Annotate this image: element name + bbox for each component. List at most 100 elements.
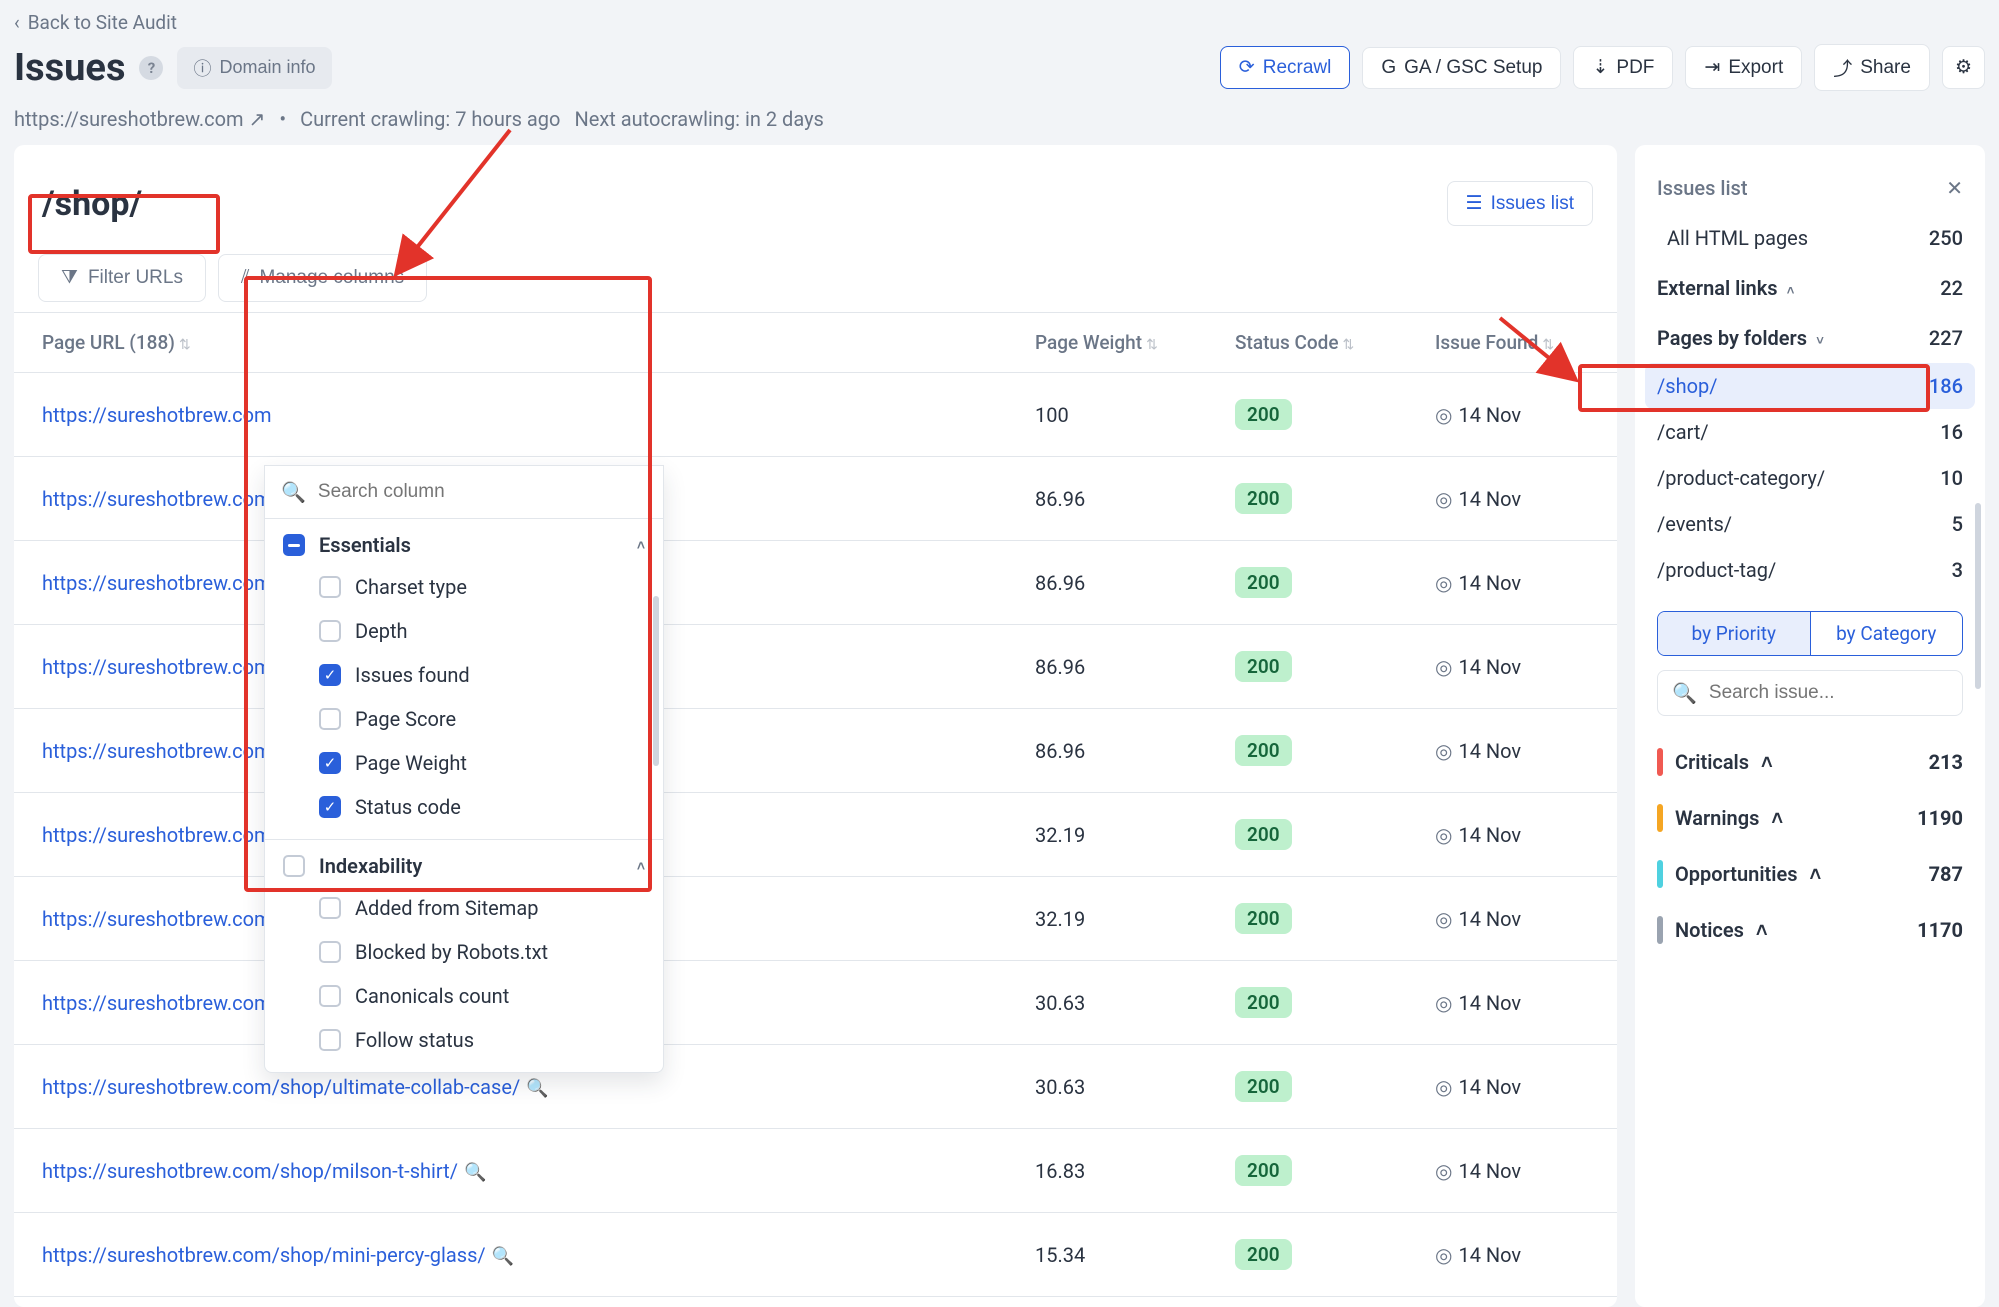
settings-button[interactable]: ⚙ xyxy=(1942,46,1985,89)
magnify-icon[interactable]: 🔍 xyxy=(458,1162,486,1183)
columns-search-input[interactable] xyxy=(316,480,647,504)
column-option[interactable]: Depth xyxy=(283,609,645,653)
column-option[interactable]: Canonicals count xyxy=(283,974,645,1018)
column-option[interactable]: ✓ Issues found xyxy=(283,653,645,697)
status-chip: 200 xyxy=(1235,483,1292,514)
col-header-weight[interactable]: Page Weight⇅ xyxy=(1017,313,1217,373)
next-crawl: Next autocrawling: in 2 days xyxy=(574,107,823,131)
folder-row[interactable]: /events/5 xyxy=(1645,501,1975,547)
checkbox-icon[interactable] xyxy=(283,855,305,877)
filter-icon: ⧩ xyxy=(61,267,78,289)
checkbox-icon[interactable] xyxy=(319,576,341,598)
page-url-link[interactable]: https://sureshotbrew.com xyxy=(42,655,272,679)
column-option[interactable]: ✓ Status code xyxy=(283,785,645,829)
refresh-icon: ⟳ xyxy=(1239,56,1255,79)
pages-table: Page URL (188)⇅ Page Weight⇅ Status Code… xyxy=(14,312,1617,1297)
page-url-link[interactable]: https://sureshotbrew.com/shop/mini-percy… xyxy=(42,1243,486,1267)
page-url-link[interactable]: https://sureshotbrew.com xyxy=(42,487,272,511)
col-header-status[interactable]: Status Code⇅ xyxy=(1217,313,1417,373)
chevron-up-icon: ˄ xyxy=(1810,862,1822,887)
checkbox-icon[interactable] xyxy=(283,534,305,556)
folder-title: /shop/ xyxy=(42,184,142,224)
column-option[interactable]: Added from Sitemap xyxy=(283,886,645,930)
freshness-icon: ◎ xyxy=(1435,739,1458,763)
issue-found-date: 14 Nov xyxy=(1458,1243,1521,1267)
freshness-icon: ◎ xyxy=(1435,655,1458,679)
checkbox-icon[interactable]: ✓ xyxy=(319,664,341,686)
column-option[interactable]: Blocked by Robots.txt xyxy=(283,930,645,974)
external-links-row[interactable]: External links ˄ 22 xyxy=(1657,263,1963,313)
column-option[interactable]: Page Score xyxy=(283,697,645,741)
page-url-link[interactable]: https://sureshotbrew.com/shop/ultimate-c… xyxy=(42,1075,520,1099)
page-weight-cell: 86.96 xyxy=(1017,709,1217,793)
col-header-url[interactable]: Page URL (188)⇅ xyxy=(14,313,1017,373)
column-option[interactable]: ✓ Page Weight xyxy=(283,741,645,785)
manage-columns-button[interactable]: ⫽ Manage columns xyxy=(218,254,427,302)
pages-by-folders-row[interactable]: Pages by folders ˅ 227 xyxy=(1657,313,1963,363)
google-icon: G xyxy=(1381,57,1396,79)
page-weight-cell: 32.19 xyxy=(1017,793,1217,877)
checkbox-icon[interactable] xyxy=(319,941,341,963)
columns-search[interactable]: 🔍 xyxy=(265,466,663,519)
side-scrollbar[interactable] xyxy=(1975,503,1981,689)
domain-info-button[interactable]: ⓘ Domain info xyxy=(177,47,331,89)
folder-row[interactable]: /cart/16 xyxy=(1645,409,1975,455)
page-url-link[interactable]: https://sureshotbrew.com xyxy=(42,739,272,763)
page-url-link[interactable]: https://sureshotbrew.com xyxy=(42,571,272,595)
by-priority-tab[interactable]: by Priority xyxy=(1658,612,1811,655)
page-url-link[interactable]: https://sureshotbrew.com/shop/milson-t-s… xyxy=(42,1159,458,1183)
checkbox-icon[interactable] xyxy=(319,1029,341,1051)
table-row: https://sureshotbrew.com/shop/land-of-ar… xyxy=(14,877,1617,961)
severity-row-opp[interactable]: Opportunities ˄ 787 xyxy=(1657,846,1963,902)
checkbox-icon[interactable] xyxy=(319,708,341,730)
site-url[interactable]: https://sureshotbrew.com ↗ xyxy=(14,107,265,131)
filter-urls-button[interactable]: ⧩ Filter URLs xyxy=(38,254,206,302)
severity-bar-icon xyxy=(1657,916,1663,944)
folder-row[interactable]: /product-category/10 xyxy=(1645,455,1975,501)
page-url-link[interactable]: https://sureshotbrew.com xyxy=(42,403,272,427)
table-row: https://sureshotbrew.com 86.96 200 ◎14 N… xyxy=(14,541,1617,625)
table-row: https://sureshotbrew.com/shop/milson-t-s… xyxy=(14,1129,1617,1213)
magnify-icon[interactable]: 🔍 xyxy=(486,1246,514,1267)
column-option[interactable]: Follow status xyxy=(283,1018,645,1062)
search-issue-input[interactable]: 🔍 xyxy=(1657,670,1963,716)
dropdown-scrollbar[interactable] xyxy=(653,596,659,766)
status-chip: 200 xyxy=(1235,987,1292,1018)
back-link[interactable]: ‹ Back to Site Audit xyxy=(14,11,177,34)
page-weight-cell: 86.96 xyxy=(1017,457,1217,541)
severity-row-crit[interactable]: Criticals ˄ 213 xyxy=(1657,734,1963,790)
checkbox-icon[interactable]: ✓ xyxy=(319,752,341,774)
recrawl-button[interactable]: ⟳ Recrawl xyxy=(1220,46,1351,89)
table-row: https://sureshotbrew.com 86.96 200 ◎14 N… xyxy=(14,625,1617,709)
column-group-indexability[interactable]: Indexability ˄ xyxy=(283,854,645,878)
info-icon: ⓘ xyxy=(193,55,211,81)
issues-list-button[interactable]: ☰ Issues list xyxy=(1447,181,1593,226)
checkbox-icon[interactable] xyxy=(319,985,341,1007)
column-group-essentials[interactable]: Essentials ˄ xyxy=(283,533,645,557)
freshness-icon: ◎ xyxy=(1435,1243,1458,1267)
pdf-button[interactable]: ⇣ PDF xyxy=(1573,46,1673,89)
magnify-icon[interactable]: 🔍 xyxy=(520,1078,548,1099)
close-icon[interactable]: ✕ xyxy=(1946,176,1963,200)
column-option[interactable]: Charset type xyxy=(283,565,645,609)
folder-row[interactable]: /shop/186 xyxy=(1645,363,1975,409)
by-category-tab[interactable]: by Category xyxy=(1811,612,1963,655)
help-icon[interactable]: ? xyxy=(139,56,163,80)
chevron-up-icon: ˄ xyxy=(1778,284,1795,299)
severity-row-not[interactable]: Notices ˄ 1170 xyxy=(1657,902,1963,958)
checkbox-icon[interactable]: ✓ xyxy=(319,796,341,818)
ga-gsc-button[interactable]: G GA / GSC Setup xyxy=(1362,47,1561,89)
issue-found-date: 14 Nov xyxy=(1458,403,1521,427)
col-header-found[interactable]: Issue Found⇅ xyxy=(1417,313,1617,373)
status-chip: 200 xyxy=(1235,567,1292,598)
freshness-icon: ◎ xyxy=(1435,403,1458,427)
severity-row-warn[interactable]: Warnings ˄ 1190 xyxy=(1657,790,1963,846)
export-button[interactable]: ⇥ Export xyxy=(1685,46,1802,89)
page-url-link[interactable]: https://sureshotbrew.com xyxy=(42,823,272,847)
folder-row[interactable]: /product-tag/3 xyxy=(1645,547,1975,593)
checkbox-icon[interactable] xyxy=(319,620,341,642)
share-button[interactable]: ⤴ Share xyxy=(1814,44,1930,91)
priority-category-toggle[interactable]: by Priority by Category xyxy=(1657,611,1963,656)
checkbox-icon[interactable] xyxy=(319,897,341,919)
all-html-pages-row[interactable]: All HTML pages 250 xyxy=(1657,213,1963,263)
